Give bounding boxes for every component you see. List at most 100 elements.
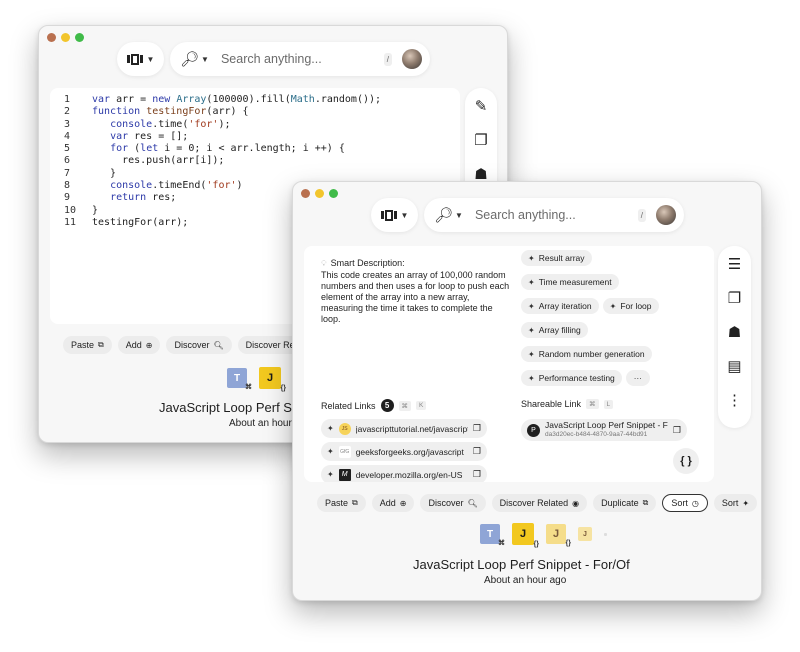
person-link-icon[interactable]: ☗ [725, 322, 745, 342]
avatar[interactable] [402, 49, 422, 69]
ts-thumbnail[interactable]: T ⌘ [227, 368, 252, 391]
code-text: testingFor(arr); [92, 216, 189, 228]
braces-icon: {} [280, 385, 286, 392]
braces-icon: {} [533, 541, 539, 548]
sparkle-icon: ✦ [327, 424, 334, 433]
link-url: javascripttutorial.net/javascript [355, 423, 468, 434]
chevron-down-icon: ▼ [201, 54, 209, 64]
copy-icon[interactable]: ❐ [473, 423, 481, 434]
sliders-icon[interactable]: ☰ [725, 254, 745, 274]
tag-time-measurement[interactable]: ✦ Time measurement [521, 274, 619, 290]
add-button[interactable]: Add ⊕ [371, 494, 415, 512]
related-link[interactable]: ✦ M developer.mozilla.org/en-US ❐ [321, 465, 487, 482]
sparkle-icon: ✦ [609, 301, 617, 311]
more-vertical-icon[interactable]: ⋮ [725, 390, 745, 410]
maximize-button[interactable] [329, 189, 338, 198]
minimize-button[interactable] [61, 33, 70, 42]
avatar[interactable] [656, 205, 676, 225]
paste-label: Paste [325, 498, 349, 508]
search-icon: 🔍︎ [213, 340, 224, 350]
tag-random-number-generation[interactable]: ✦ Random number generation [521, 346, 652, 362]
smart-description: 💡︎ Smart Description: This code creates a… [321, 258, 511, 325]
discover-button[interactable]: Discover 🔍︎ [420, 494, 486, 512]
related-link[interactable]: ✦ GfG geeksforgeeks.org/javascript ❐ [321, 442, 487, 461]
related-links-label: Related Links [321, 400, 376, 411]
line-number: 8 [64, 180, 71, 192]
sort-smart-button[interactable]: Sort ✦ [713, 494, 758, 512]
favicon: JS [338, 422, 351, 435]
paste-label: Paste [71, 340, 95, 350]
js-thumbnail[interactable]: J{} [512, 523, 539, 548]
snippet-timestamp: About an hour ago [484, 575, 567, 586]
search-icon: 🔍︎ [467, 498, 478, 508]
copy-icon[interactable]: ❐ [473, 446, 481, 457]
code-text: var res = []; [110, 130, 189, 142]
top-bar: ▼ 🔎︎ ▼ Search anything... / [371, 198, 684, 232]
related-links: ✦ JS javascripttutorial.net/javascript ❐… [321, 419, 487, 482]
search-icon: 🔎︎ [434, 207, 454, 224]
line-number: 7 [64, 167, 71, 179]
shareable-link[interactable]: P JavaScript Loop Perf Snippet - For/Of … [521, 419, 687, 441]
related-link[interactable]: ✦ JS javascripttutorial.net/javascript ❐ [321, 419, 487, 438]
tag-array-filling[interactable]: ✦ Array filling [521, 322, 588, 338]
code-text: } [92, 167, 117, 179]
js-thumbnail[interactable]: J{} [546, 524, 571, 547]
snippet-details: 💡︎ Smart Description: This code creates a… [304, 246, 714, 482]
code-line: 7 } [64, 168, 381, 180]
view-code-button[interactable]: { } [673, 448, 699, 474]
pencil-icon[interactable]: ✎ [471, 96, 491, 116]
side-rail: ☰ ❐ ☗ ▤ ⋮ [718, 246, 751, 428]
copy-icon[interactable]: ❐ [473, 469, 481, 480]
view-toggle-button[interactable]: ▼ [117, 42, 164, 76]
search-input[interactable]: Search anything... [475, 208, 638, 222]
code-line: 3 console.time('for'); [64, 119, 381, 131]
js-thumbnail[interactable]: J [578, 527, 592, 541]
minimize-button[interactable] [315, 189, 324, 198]
code-line: 5 for (let i = 0; i < arr.length; i ++) … [64, 143, 381, 155]
window-controls [301, 189, 338, 198]
search-bar[interactable]: 🔎︎ ▼ Search anything... / [424, 198, 684, 232]
code-text: return res; [110, 192, 177, 204]
copy-icon[interactable]: ❐ [471, 130, 491, 150]
discover-related-button[interactable]: Discover Related ◉ [491, 494, 588, 512]
sort-by-time-button[interactable]: Sort ◷ [662, 494, 708, 512]
braces-icon: {} [565, 540, 571, 547]
notebook-icon[interactable]: ❐ [725, 288, 745, 308]
shareable-link-header: Shareable Link ⌘ L [521, 399, 614, 409]
view-toggle-button[interactable]: ▼ [371, 198, 418, 232]
discover-label: Discover [428, 498, 464, 508]
search-input[interactable]: Search anything... [221, 52, 384, 66]
copy-icon[interactable]: ❐ [673, 425, 681, 436]
add-button[interactable]: Add ⊕ [117, 336, 161, 354]
maximize-button[interactable] [75, 33, 84, 42]
sparkle-icon: ✦ [528, 301, 535, 311]
paste-button[interactable]: Paste ⧉ [63, 336, 112, 354]
tag-list: ✦ Result array ✦ Time measurement ✦ Array i… [521, 250, 711, 386]
note-icon[interactable]: ▤ [725, 356, 745, 376]
line-number: 1 [64, 94, 71, 105]
paste-button[interactable]: Paste ⧉ [317, 494, 366, 512]
braces-icon: { } [680, 455, 692, 467]
tag-performance-testing[interactable]: ✦ Performance testing [521, 370, 622, 386]
clipboard-icon: ⧉ [98, 340, 104, 349]
sparkle-icon: ✦ [528, 349, 535, 359]
line-number: 5 [64, 143, 71, 155]
close-button[interactable] [301, 189, 310, 198]
search-bar[interactable]: 🔎︎ ▼ Search anything... / [170, 42, 430, 76]
code-text: res.push(arr[i]); [92, 155, 225, 167]
code-text: var arr = new Array(100000).fill(Math.ra… [92, 94, 382, 105]
tag-array-iteration[interactable]: ✦ Array iteration [521, 298, 599, 314]
sparkle-icon: ✦ [327, 447, 334, 456]
ts-thumbnail[interactable]: T ⌘ [480, 524, 505, 547]
duplicate-button[interactable]: Duplicate ⧉ [593, 494, 657, 512]
discover-button[interactable]: Discover 🔍︎ [166, 336, 232, 354]
js-thumbnail[interactable]: J{} [259, 367, 286, 392]
favicon: M [338, 468, 351, 481]
tag-label: For loop [620, 301, 652, 311]
more-tags-button[interactable]: ··· [625, 370, 650, 386]
close-button[interactable] [47, 33, 56, 42]
tag-for-loop[interactable]: ✦ For loop [602, 298, 659, 314]
add-label: Add [379, 498, 396, 508]
code-line: 4 var res = []; [64, 131, 381, 143]
tag-result-array[interactable]: ✦ Result array [521, 250, 592, 266]
